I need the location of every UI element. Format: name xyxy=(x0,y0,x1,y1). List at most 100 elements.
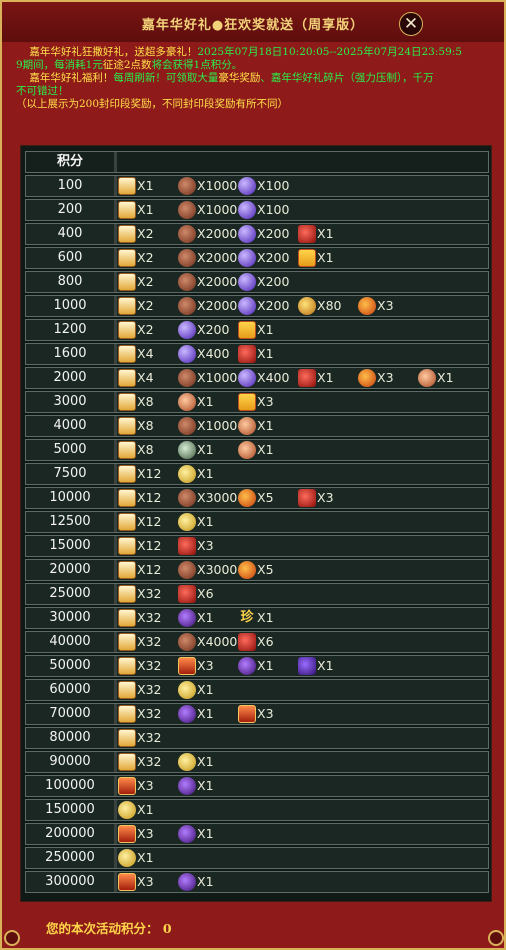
reward-quantity: X3 xyxy=(317,490,334,505)
reward-quantity: X3 xyxy=(197,538,214,553)
reward-quantity: X1 xyxy=(317,250,334,265)
reward-quantity: X3000 xyxy=(197,562,238,577)
gem-icon xyxy=(238,369,256,387)
seal-icon xyxy=(178,441,196,459)
reward-quantity: X200 xyxy=(197,322,230,337)
column-divider xyxy=(114,392,117,412)
reward-quantity: X32 xyxy=(137,610,162,625)
table-row: 250000 X1 xyxy=(25,847,489,869)
reward-quantity: X400 xyxy=(197,346,230,361)
reward-quantity: X32 xyxy=(137,754,162,769)
row-score: 1600 xyxy=(53,346,87,361)
column-divider xyxy=(114,536,117,556)
column-divider xyxy=(114,440,117,460)
table-row: 1000 X2 X2000 X200 X80 X3 xyxy=(25,295,489,317)
reward-quantity: X1 xyxy=(137,202,154,217)
corner-ornament-left xyxy=(4,930,20,946)
close-button[interactable]: ✕ xyxy=(399,12,423,36)
table-row: 600 X2 X2000 X200 X1 xyxy=(25,247,489,269)
row-score: 15000 xyxy=(49,538,91,553)
gem-icon xyxy=(238,225,256,243)
event-description: 嘉年华好礼狂撒好礼，送超多豪礼！2025年07月18日10:20:05--202… xyxy=(16,46,502,111)
scroll-icon xyxy=(118,729,136,747)
box-icon xyxy=(298,369,316,387)
row-score: 2000 xyxy=(53,370,87,385)
row-score: 200 xyxy=(57,202,83,217)
scroll-icon xyxy=(118,249,136,267)
reward-quantity: X3 xyxy=(197,658,214,673)
corner-ornament-right xyxy=(488,930,504,946)
ore-icon xyxy=(178,297,196,315)
gem-icon xyxy=(178,345,196,363)
scroll-icon xyxy=(118,297,136,315)
reward-quantity: X1 xyxy=(257,658,274,673)
row-score: 150000 xyxy=(45,802,95,817)
reward-quantity: X200 xyxy=(257,274,290,289)
desc-points-rule: 将会获得1点积分。 xyxy=(151,59,243,71)
row-score: 1200 xyxy=(53,322,87,337)
talisman-icon xyxy=(118,777,136,795)
row-score: 100000 xyxy=(45,778,95,793)
row-score: 5000 xyxy=(53,442,87,457)
scroll-icon xyxy=(118,369,136,387)
reward-quantity: X12 xyxy=(137,514,162,529)
table-row: 100000 X3 X1 xyxy=(25,775,489,797)
reward-quantity: X400 xyxy=(257,370,290,385)
table-row: 1600 X4 X400 X1 xyxy=(25,343,489,365)
reward-quantity: X200 xyxy=(257,250,290,265)
column-divider xyxy=(114,848,117,868)
column-divider xyxy=(114,272,117,292)
table-row: 70000 X32 X1 X3 xyxy=(25,703,489,725)
table-row: 15000 X12 X3 xyxy=(25,535,489,557)
column-divider xyxy=(114,776,117,796)
reward-quantity: X12 xyxy=(137,466,162,481)
box-icon xyxy=(238,345,256,363)
reward-quantity: X100 xyxy=(257,178,290,193)
window-title: 嘉年华好礼●狂欢奖就送（周享版） xyxy=(141,18,365,33)
reward-quantity: X2000 xyxy=(197,274,238,289)
reward-quantity: X1 xyxy=(197,610,214,625)
table-row: 800 X2 X2000 X200 xyxy=(25,271,489,293)
scroll-icon xyxy=(118,417,136,435)
row-score: 25000 xyxy=(49,586,91,601)
scroll-icon xyxy=(118,585,136,603)
reward-quantity: X32 xyxy=(137,586,162,601)
column-divider xyxy=(114,824,117,844)
reward-quantity: X32 xyxy=(137,730,162,745)
purple-orb-icon xyxy=(178,609,196,627)
column-divider xyxy=(114,800,117,820)
row-score: 400 xyxy=(57,226,83,241)
desc-rewards: 豪华奖励 xyxy=(218,72,261,84)
reward-quantity: X2 xyxy=(137,250,154,265)
reward-quantity: X1 xyxy=(317,226,334,241)
row-score: 4000 xyxy=(53,418,87,433)
scroll-icon xyxy=(118,465,136,483)
reward-quantity: X200 xyxy=(257,226,290,241)
table-row: 12500 X12 X1 xyxy=(25,511,489,533)
reward-quantity: X3 xyxy=(377,370,394,385)
row-score: 100 xyxy=(57,178,83,193)
gem-icon xyxy=(238,249,256,267)
box-icon xyxy=(178,585,196,603)
row-score: 12500 xyxy=(49,514,91,529)
table-row: 40000 X32 X4000 X6 xyxy=(25,631,489,653)
ore-icon xyxy=(178,225,196,243)
row-score: 70000 xyxy=(49,706,91,721)
scroll-icon xyxy=(118,609,136,627)
scroll-icon xyxy=(118,321,136,339)
flame-orb-icon xyxy=(238,561,256,579)
reward-quantity: X12 xyxy=(137,562,162,577)
reward-quantity: X1 xyxy=(257,610,274,625)
reward-quantity: X4000 xyxy=(197,634,238,649)
column-divider xyxy=(114,728,117,748)
my-score-label: 您的本次活动积分： xyxy=(46,921,159,936)
row-score: 300000 xyxy=(45,874,95,889)
column-divider xyxy=(114,488,117,508)
reward-quantity: X1 xyxy=(257,346,274,361)
column-divider xyxy=(114,368,117,388)
reward-quantity: X1000 xyxy=(197,202,238,217)
column-divider xyxy=(114,464,117,484)
scroll-icon xyxy=(118,513,136,531)
purple-orb-icon xyxy=(178,825,196,843)
reward-quantity: X12 xyxy=(137,538,162,553)
